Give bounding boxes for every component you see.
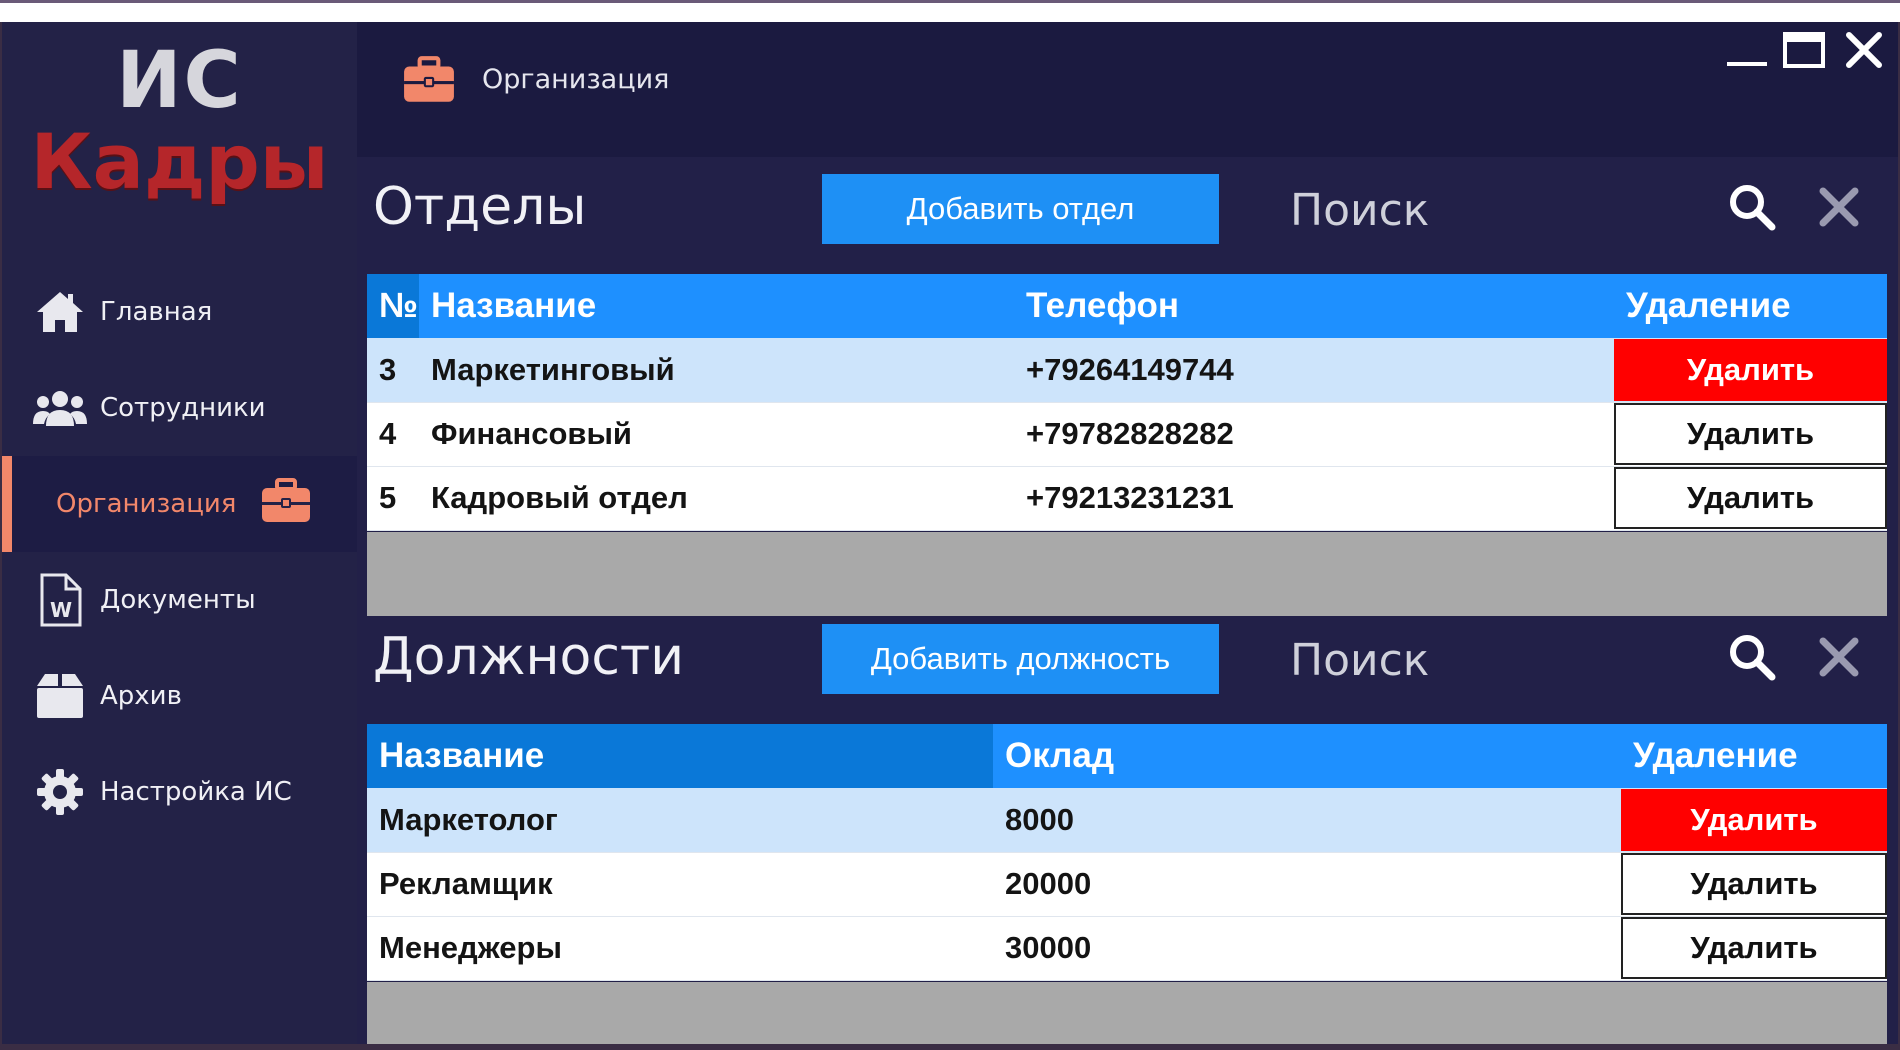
row-delete-cell: Удалить <box>1614 402 1887 467</box>
gear-icon <box>32 769 88 815</box>
page-title: Организация <box>482 64 670 95</box>
column-header-delete[interactable]: Удаление <box>1621 724 1887 788</box>
row-name: Рекламщик <box>367 852 993 917</box>
positions-table: Название Оклад Удаление Маркетолог 8000 … <box>367 724 1887 981</box>
delete-button[interactable]: Удалить <box>1614 338 1887 401</box>
sidebar-item-archive[interactable]: Архив <box>2 648 357 744</box>
table-row[interactable]: Маркетолог 8000 Удалить <box>367 788 1887 853</box>
sidebar-item-label: Настройка ИС <box>100 777 292 807</box>
delete-button[interactable]: Удалить <box>1621 853 1887 915</box>
positions-table-empty-area <box>367 982 1887 1044</box>
sidebar-item-documents[interactable]: W Документы <box>2 552 357 648</box>
close-icon <box>1844 30 1884 74</box>
briefcase-icon <box>402 56 456 108</box>
row-phone: +79213231231 <box>1014 466 1614 531</box>
column-header-phone[interactable]: Телефон <box>1014 274 1614 338</box>
row-phone: +79782828282 <box>1014 402 1614 467</box>
column-header-name[interactable]: Название <box>367 724 993 788</box>
maximize-icon <box>1782 28 1826 76</box>
table-row[interactable]: 3 Маркетинговый +79264149744 Удалить <box>367 338 1887 403</box>
svg-text:W: W <box>50 598 72 622</box>
row-delete-cell: Удалить <box>1614 338 1887 403</box>
search-icon[interactable] <box>1727 182 1777 236</box>
window-top-strip <box>0 0 1900 22</box>
word-document-icon: W <box>32 573 88 627</box>
delete-button[interactable]: Удалить <box>1614 403 1887 465</box>
row-salary: 30000 <box>993 916 1621 981</box>
column-header-number[interactable]: № <box>367 274 419 338</box>
sidebar-item-label: Сотрудники <box>100 393 266 423</box>
page-header: Организация <box>357 22 1898 157</box>
row-delete-cell: Удалить <box>1621 788 1887 853</box>
row-id: 3 <box>367 338 419 403</box>
search-icon[interactable] <box>1727 632 1777 686</box>
row-name: Менеджеры <box>367 916 993 981</box>
minimize-icon <box>1725 28 1769 76</box>
app-logo: ИС Кадры <box>2 42 357 200</box>
sidebar-item-settings[interactable]: Настройка ИС <box>2 744 357 840</box>
row-name: Маркетинговый <box>419 338 1014 403</box>
add-department-button[interactable]: Добавить отдел <box>822 174 1219 244</box>
departments-table: № Название Телефон Удаление 3 Маркетинго… <box>367 274 1887 531</box>
minimize-button[interactable] <box>1722 22 1772 82</box>
users-icon <box>32 385 88 431</box>
positions-search-field[interactable]: Поиск <box>1290 635 1429 686</box>
table-header-row: № Название Телефон Удаление <box>367 274 1887 338</box>
table-row[interactable]: 4 Финансовый +79782828282 Удалить <box>367 402 1887 467</box>
row-delete-cell: Удалить <box>1621 852 1887 917</box>
row-phone: +79264149744 <box>1014 338 1614 403</box>
table-row[interactable]: Рекламщик 20000 Удалить <box>367 852 1887 917</box>
add-position-button[interactable]: Добавить должность <box>822 624 1219 694</box>
column-header-delete[interactable]: Удаление <box>1614 274 1887 338</box>
delete-button[interactable]: Удалить <box>1614 467 1887 529</box>
active-indicator <box>2 456 12 552</box>
maximize-button[interactable] <box>1779 22 1829 82</box>
sidebar-item-organization[interactable]: Организация <box>2 456 357 552</box>
sidebar-item-employees[interactable]: Сотрудники <box>2 360 357 456</box>
row-name: Кадровый отдел <box>419 466 1014 531</box>
row-name: Финансовый <box>419 402 1014 467</box>
row-name: Маркетолог <box>367 788 993 853</box>
home-icon <box>32 289 88 335</box>
delete-button[interactable]: Удалить <box>1621 917 1887 979</box>
sidebar-item-label: Архив <box>100 681 182 711</box>
column-header-name[interactable]: Название <box>419 274 1014 338</box>
row-salary: 20000 <box>993 852 1621 917</box>
sidebar: ИС Кадры Главная Сотрудники Организация … <box>2 22 357 1044</box>
positions-title: Должности <box>373 627 685 687</box>
column-header-salary[interactable]: Оклад <box>993 724 1621 788</box>
row-id: 4 <box>367 402 419 467</box>
sidebar-item-label: Главная <box>100 297 213 327</box>
row-delete-cell: Удалить <box>1614 466 1887 531</box>
table-row[interactable]: 5 Кадровый отдел +79213231231 Удалить <box>367 466 1887 531</box>
row-delete-cell: Удалить <box>1621 916 1887 981</box>
table-row[interactable]: Менеджеры 30000 Удалить <box>367 916 1887 981</box>
clear-search-icon[interactable] <box>1817 185 1861 233</box>
departments-title: Отделы <box>373 177 587 237</box>
sidebar-item-label: Организация <box>56 489 237 519</box>
row-id: 5 <box>367 466 419 531</box>
row-salary: 8000 <box>993 788 1621 853</box>
main-content: Отделы Добавить отдел Поиск № Название Т… <box>357 157 1898 1044</box>
departments-table-empty-area <box>367 532 1887 616</box>
app-window: ИС Кадры Главная Сотрудники Организация … <box>2 22 1898 1044</box>
logo-line-2: Кадры <box>30 117 329 206</box>
departments-search-field[interactable]: Поиск <box>1290 185 1429 236</box>
clear-search-icon[interactable] <box>1817 635 1861 683</box>
sidebar-item-home[interactable]: Главная <box>2 264 357 360</box>
table-header-row: Название Оклад Удаление <box>367 724 1887 788</box>
archive-box-icon <box>32 673 88 719</box>
logo-line-1: ИС <box>116 36 243 126</box>
close-window-button[interactable] <box>1839 22 1889 82</box>
briefcase-icon <box>260 478 312 531</box>
delete-button[interactable]: Удалить <box>1621 788 1887 851</box>
sidebar-item-label: Документы <box>100 585 256 615</box>
